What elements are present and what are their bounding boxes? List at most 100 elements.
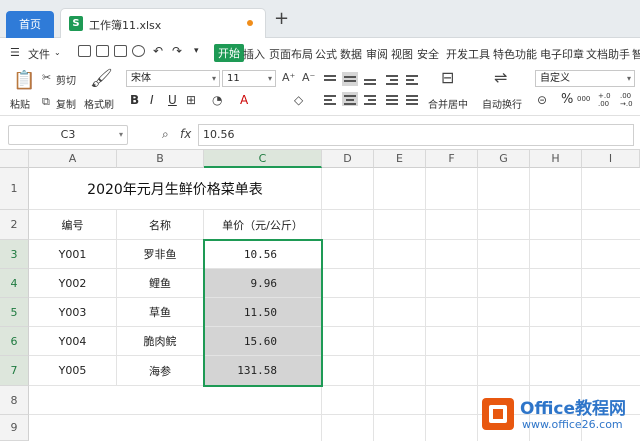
underline-button[interactable]: U (168, 93, 177, 107)
table-cell[interactable]: 131.58 (204, 356, 322, 386)
row-header-2[interactable]: 2 (0, 210, 29, 240)
increase-decimal-button[interactable]: +.0 .00 (598, 92, 614, 108)
zoom-icon[interactable]: ⌕ (162, 127, 169, 142)
row-header-8[interactable]: 8 (0, 386, 29, 415)
column-header-b[interactable]: B (117, 150, 204, 168)
empty-row-8[interactable] (29, 386, 322, 415)
menu-more[interactable]: 智 (632, 46, 640, 62)
wrap-text-icon[interactable]: ⇌ (494, 70, 507, 86)
align-top-button[interactable] (322, 72, 338, 86)
column-header-f[interactable]: F (426, 150, 478, 168)
copy-button[interactable]: 复制 (56, 96, 76, 111)
table-cell-active[interactable]: 10.56 (204, 240, 322, 269)
column-header-a[interactable]: A (29, 150, 117, 168)
name-box[interactable]: C3 ▾ (8, 125, 128, 145)
row-header-7[interactable]: 7 (0, 356, 29, 386)
preview-icon[interactable] (132, 45, 145, 57)
distribute-button[interactable] (404, 92, 420, 106)
empty-row-9[interactable] (29, 415, 322, 441)
column-header-i[interactable]: I (582, 150, 640, 168)
shrink-font-icon[interactable]: A⁻ (302, 72, 315, 84)
row-header-5[interactable]: 5 (0, 298, 29, 327)
justify-button[interactable] (384, 92, 400, 106)
menu-view[interactable]: 视图 (391, 46, 413, 62)
chevron-down-icon[interactable]: ⌄ (54, 48, 61, 57)
fill-color-icon[interactable]: ◔ (212, 94, 222, 106)
outdent-button[interactable] (404, 72, 420, 86)
menu-formula[interactable]: 公式 (315, 46, 337, 62)
table-cell[interactable]: 海参 (117, 356, 204, 386)
menu-e-seal[interactable]: 电子印章 (540, 46, 584, 62)
grow-font-icon[interactable]: A⁺ (282, 72, 295, 84)
row-header-6[interactable]: 6 (0, 327, 29, 356)
column-header-e[interactable]: E (374, 150, 426, 168)
clear-format-icon[interactable]: ◇ (294, 94, 303, 106)
row-header-1[interactable]: 1 (0, 168, 29, 210)
menu-security[interactable]: 安全 (417, 46, 439, 62)
scissors-icon[interactable]: ✂ (42, 72, 51, 84)
table-cell[interactable]: 11.50 (204, 298, 322, 327)
save-icon[interactable] (78, 45, 91, 57)
menu-file[interactable]: 文件 (28, 46, 50, 62)
align-bottom-button[interactable] (362, 72, 378, 86)
customize-icon[interactable]: ▾ (194, 46, 199, 56)
column-header-g[interactable]: G (478, 150, 530, 168)
row-header-9[interactable]: 9 (0, 415, 29, 441)
font-size-select[interactable]: 11 ▾ (222, 70, 276, 87)
new-tab-button[interactable]: + (274, 10, 289, 28)
menu-review[interactable]: 审阅 (366, 46, 388, 62)
row-header-3[interactable]: 3 (0, 240, 29, 269)
table-cell[interactable]: Y004 (29, 327, 117, 356)
number-format-select[interactable]: 自定义 ▾ (535, 70, 635, 87)
menu-developer[interactable]: 开发工具 (446, 46, 490, 62)
row-header-4[interactable]: 4 (0, 269, 29, 298)
formula-input[interactable]: 10.56 (198, 124, 634, 146)
percent-button[interactable]: % (561, 92, 573, 107)
align-left-button[interactable] (322, 92, 338, 106)
table-cell[interactable]: Y002 (29, 269, 117, 298)
table-cell[interactable]: Y005 (29, 356, 117, 386)
font-color-button[interactable]: A (240, 93, 248, 107)
tab-home[interactable]: 首页 (6, 11, 54, 38)
sheet-title[interactable]: 2020年元月生鲜价格菜单表 (29, 168, 322, 210)
header-cell-name[interactable]: 名称 (117, 210, 204, 240)
bold-button[interactable]: B (130, 93, 139, 107)
tab-workbook[interactable]: S 工作簿11.xlsx (60, 8, 266, 38)
table-cell[interactable]: 15.60 (204, 327, 322, 356)
redo-icon[interactable]: ↷ (172, 44, 182, 58)
menu-data[interactable]: 数据 (340, 46, 362, 62)
undo-icon[interactable]: ↶ (153, 44, 163, 58)
menu-page-layout[interactable]: 页面布局 (269, 46, 313, 62)
merge-cells-icon[interactable]: ⊟ (441, 70, 454, 86)
merge-center-button[interactable]: 合并居中 (428, 96, 468, 111)
copy-icon[interactable]: ⧉ (42, 96, 50, 108)
hamburger-icon[interactable]: ☰ (10, 46, 20, 59)
cut-button[interactable]: 剪切 (56, 72, 76, 87)
select-all-corner[interactable] (0, 150, 29, 168)
header-cell-price[interactable]: 单价（元/公斤） (204, 210, 322, 240)
menu-home[interactable]: 开始 (214, 44, 244, 62)
decrease-decimal-button[interactable]: .00 →.0 (620, 92, 638, 108)
thousands-button[interactable]: 000 (577, 95, 590, 103)
menu-insert[interactable]: 插入 (243, 46, 265, 62)
export-icon[interactable] (96, 45, 109, 57)
table-cell[interactable]: Y001 (29, 240, 117, 269)
table-cell[interactable]: 鲤鱼 (117, 269, 204, 298)
italic-button[interactable]: I (150, 93, 154, 107)
menu-doc-assistant[interactable]: 文档助手 (586, 46, 630, 62)
align-center-button[interactable] (342, 92, 358, 106)
wrap-text-button[interactable]: 自动换行 (482, 96, 522, 111)
paste-icon[interactable]: 📋 (13, 72, 35, 90)
column-header-c[interactable]: C (204, 150, 322, 168)
column-header-d[interactable]: D (322, 150, 374, 168)
print-icon[interactable] (114, 45, 127, 57)
menu-features[interactable]: 特色功能 (493, 46, 537, 62)
table-cell[interactable]: Y003 (29, 298, 117, 327)
border-icon[interactable]: ⊞ (186, 94, 196, 106)
table-cell[interactable]: 脆肉鲩 (117, 327, 204, 356)
table-cell[interactable]: 9.96 (204, 269, 322, 298)
align-middle-button[interactable] (342, 72, 358, 86)
brush-icon[interactable]: 🖌 (90, 70, 113, 88)
table-cell[interactable]: 罗非鱼 (117, 240, 204, 269)
column-header-h[interactable]: H (530, 150, 582, 168)
